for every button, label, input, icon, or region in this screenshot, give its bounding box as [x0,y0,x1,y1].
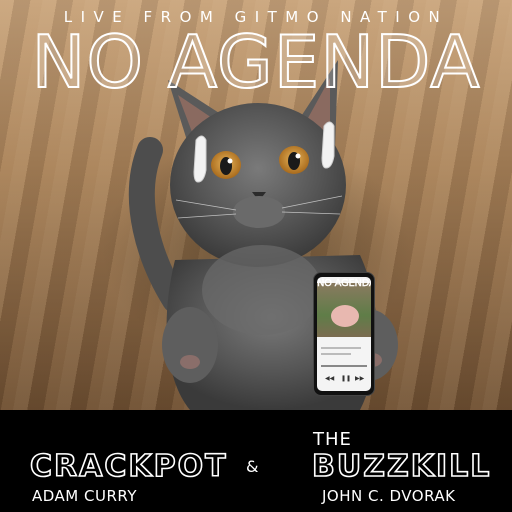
host-right-prefix: THE [313,429,352,450]
host-left-nickname: CRACKPOT [29,448,228,485]
phone-text-line [321,353,351,355]
smartphone: NO AGENDA ◀◀ ❚❚ ▶▶ [313,272,375,396]
ampersand: & [246,457,259,476]
host-left-name: ADAM CURRY [32,487,138,505]
phone-cover-art [317,283,371,337]
phone-screen: NO AGENDA ◀◀ ❚❚ ▶▶ [317,277,371,391]
phone-text-line [321,347,361,349]
phone-progress-bar [321,365,367,367]
pig-image [331,305,359,327]
host-right-name: JOHN C. DVORAK [322,487,456,505]
host-right-nickname: BUZZKILL [311,448,492,485]
forward-icon: ▶▶ [355,376,365,382]
podcast-cover-art: LIVE FROM GITMO NATION NO AGENDA NO AGEN… [0,0,512,512]
pause-icon: ❚❚ [341,376,352,382]
show-title: NO AGENDA [31,20,481,104]
rewind-icon: ◀◀ [325,376,335,382]
cat-photo: LIVE FROM GITMO NATION NO AGENDA NO AGEN… [0,0,512,410]
phone-screen-title: NO AGENDA [317,278,371,289]
